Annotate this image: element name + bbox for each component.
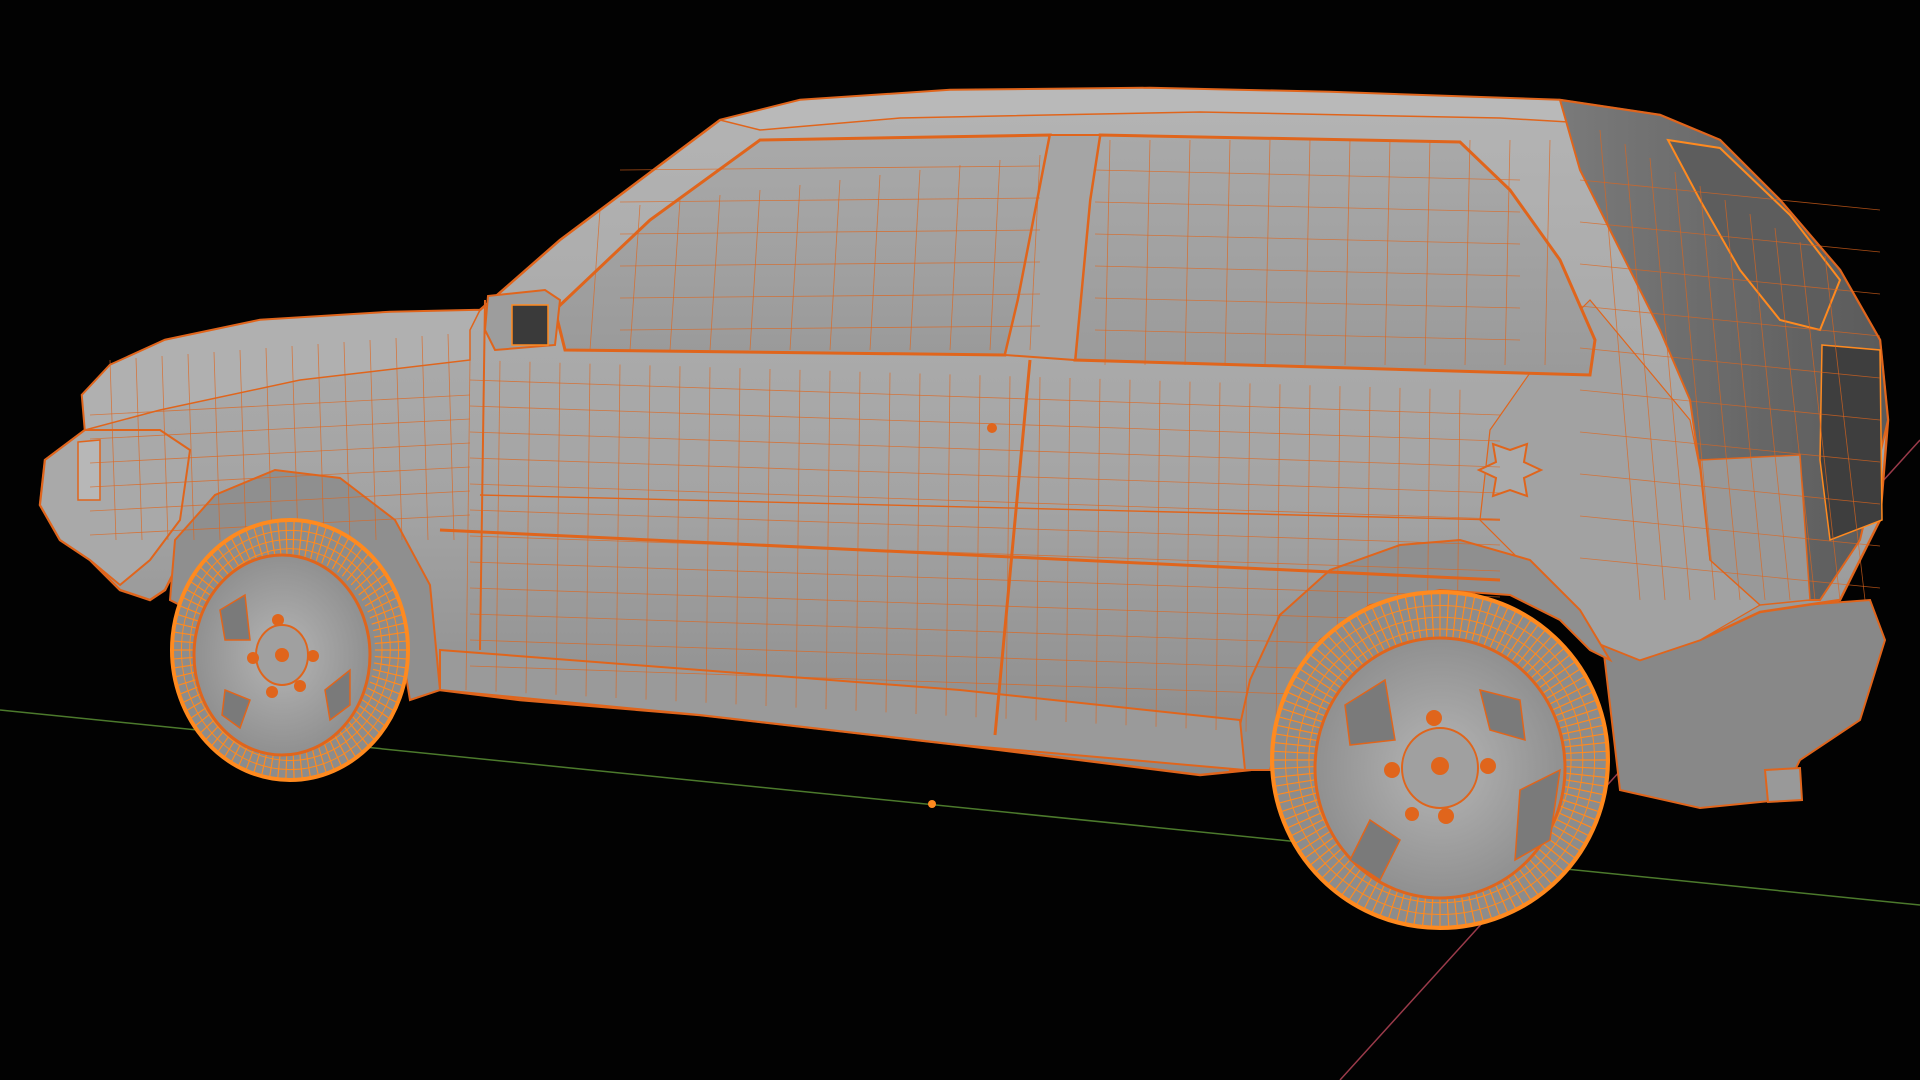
side-mirror-glass [511,304,549,346]
car-model[interactable] [38,86,1890,930]
exhaust-pipe [1763,766,1804,804]
viewport-canvas[interactable] [0,0,1920,1080]
3d-viewport[interactable] [0,0,1920,1080]
object-origin-dot-icon[interactable] [928,800,936,808]
tail-light-block [1819,344,1883,542]
front-wheel [170,518,410,782]
rear-wheel [1270,590,1610,930]
door-handle [987,423,997,433]
headlight [77,439,101,501]
